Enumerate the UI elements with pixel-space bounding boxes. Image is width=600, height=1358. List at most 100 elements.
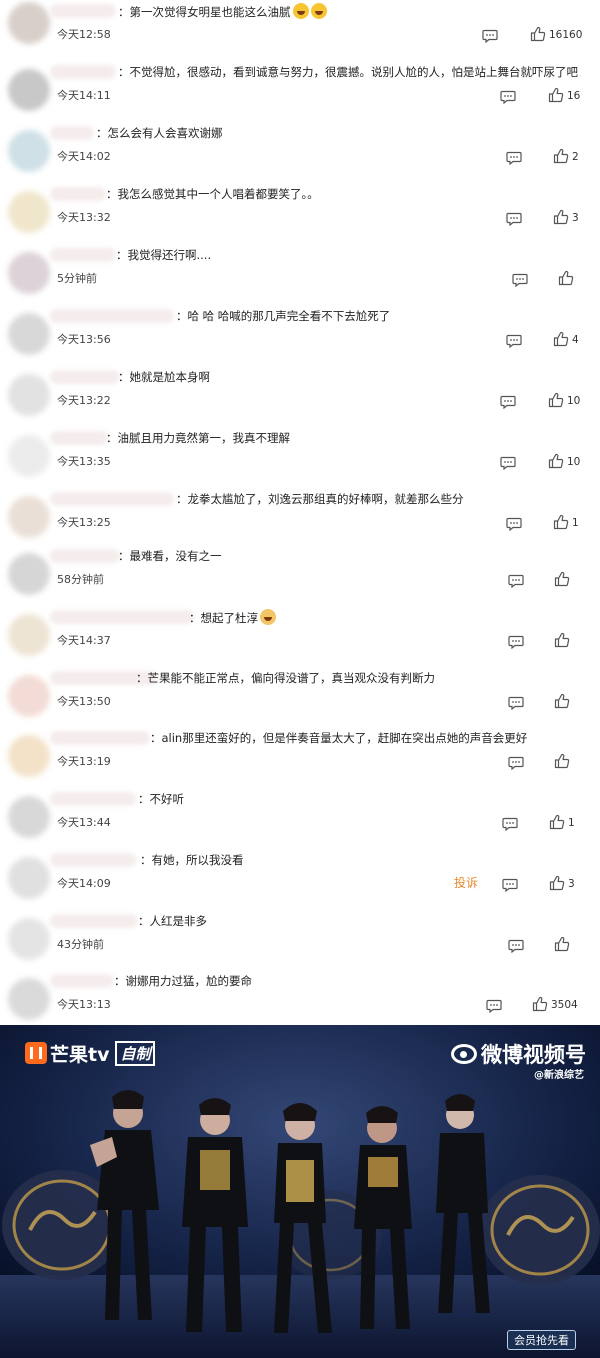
comment-text: ：有她，所以我没看 — [140, 852, 244, 868]
report-link[interactable]: 投诉 — [454, 874, 478, 891]
reply-icon[interactable] — [500, 394, 516, 410]
like-icon[interactable] — [549, 875, 565, 891]
avatar[interactable] — [8, 735, 50, 777]
like-icon[interactable] — [554, 936, 570, 952]
username-blurred[interactable] — [50, 853, 136, 867]
like-icon[interactable] — [554, 693, 570, 709]
username-blurred[interactable] — [50, 248, 116, 262]
like-icon[interactable] — [530, 26, 546, 42]
comment-time: 今天12:58 — [57, 28, 111, 41]
reply-icon[interactable] — [508, 695, 524, 711]
username-blurred[interactable] — [50, 974, 114, 988]
comment-text: ：芒果能不能正常点，偏向得没谱了，真当观众没有判断力 — [136, 670, 435, 686]
avatar[interactable] — [8, 374, 50, 416]
comment-time: 今天14:09 — [57, 877, 111, 890]
comment-item: ：哈 哈 哈喊的那几声完全看不下去尬死了 今天13:56 4 — [0, 305, 600, 366]
like-icon[interactable] — [532, 996, 548, 1012]
avatar[interactable] — [8, 857, 50, 899]
username-blurred[interactable] — [50, 492, 174, 506]
avatar[interactable] — [8, 2, 50, 44]
video-frame[interactable]: 芒果tv 自制 微博视频号 @新浪综艺 会员抢先看 — [0, 1025, 600, 1358]
cat-emoji — [260, 609, 276, 625]
like-icon[interactable] — [558, 270, 574, 286]
member-preview-badge[interactable]: 会员抢先看 — [507, 1330, 576, 1350]
comment-time: 今天13:22 — [57, 394, 111, 407]
like-count: 16160 — [549, 29, 583, 41]
laugh-emoji — [292, 3, 309, 19]
reply-icon[interactable] — [486, 998, 502, 1014]
avatar[interactable] — [8, 978, 50, 1020]
like-icon[interactable] — [548, 392, 564, 408]
avatar[interactable] — [8, 191, 50, 233]
avatar[interactable] — [8, 313, 50, 355]
reply-icon[interactable] — [506, 211, 522, 227]
weibo-video-logo: 微博视频号 — [451, 1039, 586, 1069]
comment-item: ：芒果能不能正常点，偏向得没谱了，真当观众没有判断力 今天13:50 — [0, 667, 600, 728]
reply-icon[interactable] — [500, 455, 516, 471]
avatar[interactable] — [8, 69, 50, 111]
like-icon[interactable] — [553, 331, 569, 347]
reply-icon[interactable] — [502, 816, 518, 832]
username-blurred[interactable] — [50, 126, 94, 140]
reply-icon[interactable] — [500, 89, 516, 105]
comment-item: ：第一次觉得女明星也能这么油腻 今天12:58 16160 — [0, 0, 600, 61]
avatar[interactable] — [8, 130, 50, 172]
like-icon[interactable] — [553, 514, 569, 530]
comment-text: ：第一次觉得女明星也能这么油腻 — [118, 3, 327, 20]
comment-text-body: ：我觉得还行啊.... — [116, 248, 212, 262]
like-icon[interactable] — [554, 571, 570, 587]
username-blurred[interactable] — [50, 4, 116, 18]
username-blurred[interactable] — [50, 792, 136, 806]
weibo-handle: @新浪综艺 — [534, 1070, 584, 1081]
comment-list: ：第一次觉得女明星也能这么油腻 今天12:58 16160 ：不觉得尬，很感动，看到诚… — [0, 0, 600, 1022]
comment-item: ：怎么会有人会喜欢谢娜 今天14:02 2 — [0, 122, 600, 183]
comment-time: 今天13:32 — [57, 211, 111, 224]
reply-icon[interactable] — [508, 755, 524, 771]
username-blurred[interactable] — [50, 309, 174, 323]
mango-tv-logo: 芒果tv 自制 — [25, 1040, 156, 1066]
like-icon[interactable] — [553, 148, 569, 164]
like-icon[interactable] — [553, 209, 569, 225]
username-blurred[interactable] — [50, 370, 120, 384]
reply-icon[interactable] — [506, 333, 522, 349]
comment-time: 今天13:44 — [57, 816, 111, 829]
like-icon[interactable] — [548, 453, 564, 469]
reply-icon[interactable] — [512, 272, 528, 288]
reply-icon[interactable] — [506, 516, 522, 532]
like-icon[interactable] — [548, 87, 564, 103]
comment-text-body: ：想起了杜淳 — [189, 611, 258, 625]
like-count: 4 — [572, 334, 579, 346]
comment-text: ：不觉得尬，很感动，看到诚意与努力，很震撼。说别人尬的人，怕是站上舞台就吓尿了吧 — [118, 64, 578, 80]
username-blurred[interactable] — [50, 549, 120, 563]
avatar[interactable] — [8, 675, 50, 717]
comment-text-body: ：哈 哈 哈喊的那几声完全看不下去尬死了 — [176, 309, 391, 323]
comment-text: ：最难看，没有之一 — [118, 548, 222, 564]
like-icon[interactable] — [554, 632, 570, 648]
username-blurred[interactable] — [50, 610, 194, 624]
avatar[interactable] — [8, 553, 50, 595]
reply-icon[interactable] — [506, 150, 522, 166]
like-icon[interactable] — [549, 814, 565, 830]
comment-time: 58分钟前 — [57, 573, 104, 586]
reply-icon[interactable] — [502, 877, 518, 893]
username-blurred[interactable] — [50, 65, 116, 79]
like-icon[interactable] — [554, 753, 570, 769]
username-blurred[interactable] — [50, 731, 150, 745]
reply-icon[interactable] — [508, 634, 524, 650]
avatar[interactable] — [8, 496, 50, 538]
username-blurred[interactable] — [50, 914, 138, 928]
reply-icon[interactable] — [482, 28, 498, 44]
comment-item: ：她就是尬本身啊 今天13:22 10 — [0, 366, 600, 427]
reply-icon[interactable] — [508, 938, 524, 954]
reply-icon[interactable] — [508, 573, 524, 589]
avatar[interactable] — [8, 796, 50, 838]
comment-text: ：想起了杜淳 — [189, 609, 276, 626]
like-count: 16 — [567, 90, 581, 102]
avatar[interactable] — [8, 614, 50, 656]
username-blurred[interactable] — [50, 431, 108, 445]
username-blurred[interactable] — [50, 187, 106, 201]
avatar[interactable] — [8, 435, 50, 477]
comment-text-body: ：第一次觉得女明星也能这么油腻 — [118, 5, 291, 19]
avatar[interactable] — [8, 918, 50, 960]
avatar[interactable] — [8, 252, 50, 294]
